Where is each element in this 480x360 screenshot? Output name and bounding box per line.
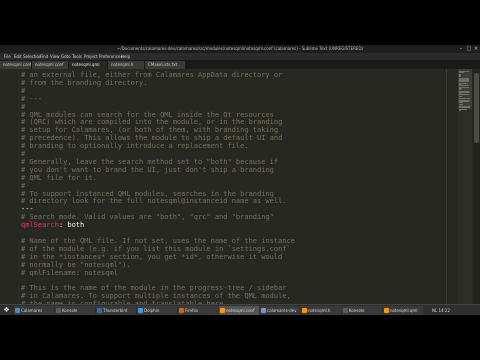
code-text: # branding to optionally introduce a rep…	[21, 142, 249, 151]
taskbar-item-label: calamares-dev	[267, 308, 297, 313]
app-icon	[261, 308, 266, 313]
taskbar-item[interactable]: Konsole	[342, 306, 382, 315]
code-text: # directory look for the full notesqml@i…	[21, 197, 287, 206]
yaml-value: both	[63, 221, 85, 230]
minimize-icon[interactable]: –	[458, 46, 464, 52]
code-editor[interactable]: 8# an external file, either from Calamar…	[17, 69, 455, 314]
menu-help[interactable]: Help	[121, 53, 130, 60]
taskbar-item-label: notesqml.conf	[226, 308, 255, 313]
taskbar-item[interactable]: Calamares	[14, 306, 54, 315]
code-line[interactable]: 21# QML file for it.	[21, 173, 97, 183]
code-text: # from the branding directory.	[21, 78, 148, 87]
menu-selection[interactable]: Selection	[23, 53, 41, 60]
taskbar-item[interactable]: Firefox	[178, 306, 218, 315]
taskbar-item[interactable]: notesqml.qml	[383, 306, 423, 315]
taskbar-item-label: Dolphin	[144, 308, 160, 313]
code-text: # QML file for it.	[21, 173, 97, 182]
menu-preferences[interactable]: Preferences	[99, 53, 123, 60]
code-text: qmlSearch: both	[21, 221, 84, 229]
app-icon	[220, 308, 225, 313]
taskbar-item-label: Konsole	[349, 308, 365, 313]
yaml-key: qmlSearch	[21, 221, 59, 230]
menu-goto[interactable]: Goto	[61, 53, 71, 60]
app-icon	[56, 308, 61, 313]
taskbar-item[interactable]: notesqml.conf	[219, 306, 259, 315]
menu-edit[interactable]: Edit	[14, 53, 22, 60]
tab-bar: notesqml.conf notesqml.conf notesqml.qml…	[0, 60, 480, 69]
system-tray-clock[interactable]: NL 14:22	[432, 305, 450, 315]
menu-project[interactable]: Project	[84, 53, 98, 60]
taskbar-item-label: notesqml.h	[308, 308, 331, 313]
taskbar-item-label: Konsole	[62, 308, 78, 313]
taskbar-item-label: notesqml.qml	[390, 308, 418, 313]
menu-tools[interactable]: Tools	[72, 53, 82, 60]
app-icon	[179, 308, 184, 313]
app-icon	[302, 308, 307, 313]
taskbar-item[interactable]: notesqml.h	[301, 306, 341, 315]
scrollbar-thumb[interactable]	[474, 73, 479, 143]
close-icon[interactable]: ×	[473, 46, 479, 52]
window-title: ~/Documents/calamares-dev/calamares/src/…	[116, 46, 364, 51]
app-icon	[15, 308, 20, 313]
code-text: # qmlFilename: notesqml	[21, 268, 118, 277]
app-icon	[138, 308, 143, 313]
minimap[interactable]	[458, 69, 472, 314]
code-line[interactable]: 9# from the branding directory.	[21, 78, 147, 88]
window-titlebar: ~/Documents/calamares-dev/calamares/src/…	[0, 45, 480, 53]
code-line[interactable]: 17# branding to optionally introduce a r…	[21, 141, 249, 151]
code-line[interactable]: 24# directory look for the full notesqml…	[21, 196, 287, 206]
tab-file-4[interactable]: notesqml.h	[108, 61, 144, 69]
menu-file[interactable]: File	[4, 53, 11, 60]
taskbar-item-label: Thunderbird	[103, 308, 128, 313]
taskbar-item[interactable]: Dolphin	[137, 306, 177, 315]
taskbar-item[interactable]: calamares-dev	[260, 306, 300, 315]
minimap-line	[459, 95, 462, 97]
letterbox-bottom	[0, 315, 480, 360]
vertical-scrollbar[interactable]	[473, 69, 480, 314]
code-line[interactable]: 27qmlSearch: both	[21, 220, 84, 230]
minimap-line	[459, 103, 463, 105]
maximize-icon[interactable]: □	[466, 46, 472, 52]
line-number-gutter	[0, 69, 17, 314]
taskbar-item-label: Firefox	[185, 308, 199, 313]
menu-bar: File Edit Selection Find View Goto Tools…	[0, 53, 480, 60]
code-line[interactable]: 33# qmlFilename: notesqml	[21, 268, 118, 278]
taskbar-item-label: Calamares	[21, 308, 43, 313]
app-icon	[384, 308, 389, 313]
menu-find[interactable]: Find	[40, 53, 48, 60]
minimap-line	[459, 110, 461, 111]
app-icon	[97, 308, 102, 313]
tab-file-5[interactable]: CMakeLists.txt	[145, 61, 185, 69]
taskbar-item[interactable]: Thunderbird	[96, 306, 136, 315]
letterbox-top	[0, 0, 480, 45]
app-icon	[343, 308, 348, 313]
ruler-line	[446, 69, 447, 314]
taskbar-item[interactable]: Konsole	[55, 306, 95, 315]
tab-file-3-active[interactable]: notesqml.qml	[69, 61, 107, 69]
menu-view[interactable]: View	[50, 53, 60, 60]
tab-file-1[interactable]: notesqml.conf	[0, 61, 31, 69]
taskbar: ❖ NL 14:22 Calamares Konsole Thunderbird Do…	[0, 304, 480, 315]
desktop-screen: ~/Documents/calamares-dev/calamares/src/…	[0, 45, 480, 315]
tab-file-2[interactable]: notesqml.conf	[32, 61, 68, 69]
start-menu-icon[interactable]: ❖	[1, 306, 12, 315]
